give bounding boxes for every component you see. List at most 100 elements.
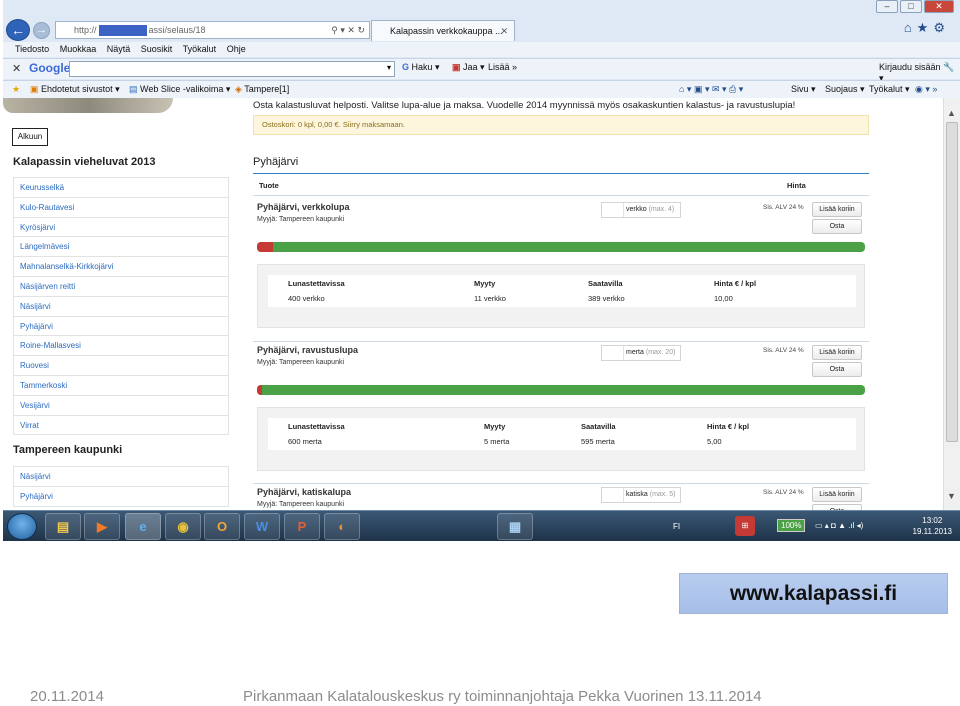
sidebar-item[interactable]: Näsijärven reitti <box>14 277 228 297</box>
cmd-sivu[interactable]: Sivu ▾ <box>791 81 816 98</box>
buy-button[interactable]: Osta <box>812 219 862 234</box>
product-rule <box>253 483 869 484</box>
sidebar-item[interactable]: Längelmävesi <box>14 237 228 258</box>
cmd-suojaus[interactable]: Suojaus ▾ <box>825 81 865 98</box>
quantity-box[interactable] <box>602 346 624 360</box>
fav-ehdotetut[interactable]: ▣ Ehdotetut sivustot ▾ <box>30 81 120 98</box>
slide-date: 20.11.2014 <box>30 688 104 705</box>
help-icon[interactable]: ◉ ▾ » <box>915 81 937 98</box>
fav-tampere-label: Tampere[1] <box>244 84 290 94</box>
menu-nayta[interactable]: Näytä <box>107 44 131 54</box>
forward-button[interactable]: → <box>33 22 50 39</box>
favorites-star-icon[interactable]: ★ <box>12 81 20 98</box>
clock[interactable]: 13:02 19.11.2013 <box>913 515 952 537</box>
vat-label: Sis. ALV 24 % <box>763 204 804 211</box>
google-haku-button[interactable]: G Haku ▾ <box>402 62 440 73</box>
quantity-input[interactable]: merta (max. 20) <box>601 345 681 361</box>
firefox-icon[interactable]: ◐ <box>324 513 360 540</box>
product-name: Pyhäjärvi, ravustuslupa <box>257 345 359 355</box>
buy-button[interactable]: Osta <box>812 362 862 377</box>
menu-tiedosto[interactable]: Tiedosto <box>15 44 49 54</box>
menu-bar: Tiedosto Muokkaa Näytä Suosikit Työkalut… <box>3 42 960 57</box>
navigation-bar: ← → http:// assi/selaus/18 ⚲ ▾ ✕ ↻ Kalapa… <box>3 18 960 42</box>
google-more-button[interactable]: Lisää » <box>488 62 517 72</box>
add-to-cart-button[interactable]: Lisää koriin <box>812 487 862 502</box>
tab-active[interactable]: Kalapassin verkkokauppa ... ✕ <box>371 20 515 41</box>
outlook-icon[interactable]: O <box>204 513 240 540</box>
battery-indicator[interactable]: 100% <box>777 519 806 532</box>
chevron-down-icon[interactable]: ▾ <box>387 63 391 72</box>
fav-tampere[interactable]: ◈ Tampere[1] <box>235 81 289 98</box>
sidebar-item[interactable]: Pyhäjärvi <box>14 317 228 337</box>
scroll-thumb[interactable] <box>946 122 958 442</box>
fav-webslice[interactable]: ▤ Web Slice -valikoima ▾ <box>129 81 230 98</box>
td-hinta: 5,00 <box>707 437 722 446</box>
product-seller: Myyjä: Tampereen kaupunki <box>257 359 345 366</box>
google-search-input[interactable]: ▾ <box>69 61 395 77</box>
sidebar-item[interactable]: Vesijärvi <box>14 396 228 416</box>
quantity-input[interactable]: katiska (max. 5) <box>601 487 681 503</box>
sidebar-item[interactable]: Kulo-Rautavesi <box>14 198 228 218</box>
wrench-icon[interactable]: 🔧 <box>943 62 954 72</box>
command-icons[interactable]: ⌂ ▾ ▣ ▾ ✉ ▾ ⎙ ▾ <box>679 81 743 98</box>
add-to-cart-button[interactable]: Lisää koriin <box>812 345 862 360</box>
tray-icons[interactable]: ▭ ▴ ◘ ▲ .ıl ◂) <box>815 521 863 530</box>
scroll-down-icon[interactable]: ▼ <box>947 491 956 501</box>
cart-bar[interactable]: Ostoskori: 0 kpl, 0,00 €. Siirry maksama… <box>253 115 869 135</box>
media-player-icon[interactable]: ▶ <box>84 513 120 540</box>
menu-ohje[interactable]: Ohje <box>227 44 246 54</box>
sold-portion <box>257 385 262 395</box>
sidebar-item[interactable]: Tammerkoski <box>14 376 228 396</box>
cmd-tyokalut[interactable]: Työkalut ▾ <box>869 81 910 98</box>
page-icon: ◈ <box>235 84 242 94</box>
sidebar-title: Kalapassin vieheluvat 2013 <box>13 156 156 168</box>
sidebar-item[interactable]: Mahnalanselkä-Kirkkojärvi <box>14 257 228 277</box>
chrome-icon[interactable]: ◉ <box>165 513 201 540</box>
quantity-box[interactable] <box>602 203 624 217</box>
page-title: Pyhäjärvi <box>253 156 299 168</box>
quantity-box[interactable] <box>602 488 624 502</box>
sidebar-item[interactable]: Pyhäjärvi <box>14 487 228 507</box>
vat-label: Sis. ALV 24 % <box>763 347 804 354</box>
menu-tyokalut[interactable]: Työkalut <box>183 44 217 54</box>
maximize-button[interactable]: □ <box>900 0 922 13</box>
scroll-up-icon[interactable]: ▲ <box>947 108 956 118</box>
add-to-cart-button[interactable]: Lisää koriin <box>812 202 862 217</box>
sidebar-item[interactable]: Näsijärvi <box>14 297 228 317</box>
tab-close-icon[interactable]: ✕ <box>500 21 508 41</box>
word-icon[interactable]: W <box>244 513 280 540</box>
sidebar-item[interactable]: Keurusselkä <box>14 178 228 198</box>
start-button[interactable] <box>7 513 37 540</box>
google-icon: G <box>402 62 410 72</box>
network-app-icon[interactable]: ▦ <box>497 513 533 540</box>
toolbar-icons[interactable]: ⌂★⚙ <box>904 20 950 36</box>
availability-detail: Lunastettavissa Myyty Saatavilla Hinta €… <box>257 407 865 471</box>
menu-suosikit[interactable]: Suosikit <box>141 44 173 54</box>
title-rule <box>253 173 869 174</box>
address-actions-icon[interactable]: ⚲ ▾ ✕ ↻ <box>331 22 365 38</box>
fav-ehdotetut-label: Ehdotetut sivustot ▾ <box>41 84 120 94</box>
product-name: Pyhäjärvi, verkkolupa <box>257 202 350 212</box>
home-button[interactable]: Alkuun <box>12 128 48 146</box>
sidebar-item[interactable]: Virrat <box>14 416 228 436</box>
sidebar-item[interactable]: Ruovesi <box>14 356 228 376</box>
language-indicator[interactable]: FI <box>673 522 680 531</box>
google-jaa-button[interactable]: ▣ Jaa ▾ <box>452 62 485 73</box>
close-button[interactable]: ✕ <box>924 0 954 13</box>
internet-explorer-icon[interactable]: e <box>125 513 161 540</box>
sidebar-item[interactable]: Kyrösjärvi <box>14 218 228 238</box>
vertical-scrollbar[interactable]: ▲ ▼ <box>943 98 960 510</box>
powerpoint-icon[interactable]: P <box>284 513 320 540</box>
toolbar-close-icon[interactable]: ✕ <box>12 62 21 75</box>
office-tray-icon[interactable]: ⊞ <box>735 516 755 536</box>
quantity-input[interactable]: verkko (max. 4) <box>601 202 681 218</box>
menu-muokkaa[interactable]: Muokkaa <box>60 44 97 54</box>
th-myyty: Myyty <box>484 422 506 431</box>
sidebar-list: Keurusselkä Kulo-Rautavesi Kyrösjärvi Länge… <box>13 177 229 436</box>
back-button[interactable]: ← <box>6 19 30 41</box>
minimize-button[interactable]: – <box>876 0 898 13</box>
address-bar[interactable]: http:// assi/selaus/18 ⚲ ▾ ✕ ↻ <box>55 21 370 39</box>
sidebar-item[interactable]: Näsijärvi <box>14 467 228 487</box>
sidebar-item[interactable]: Roine-Mallasvesi <box>14 336 228 357</box>
explorer-icon[interactable]: ▤ <box>45 513 81 540</box>
